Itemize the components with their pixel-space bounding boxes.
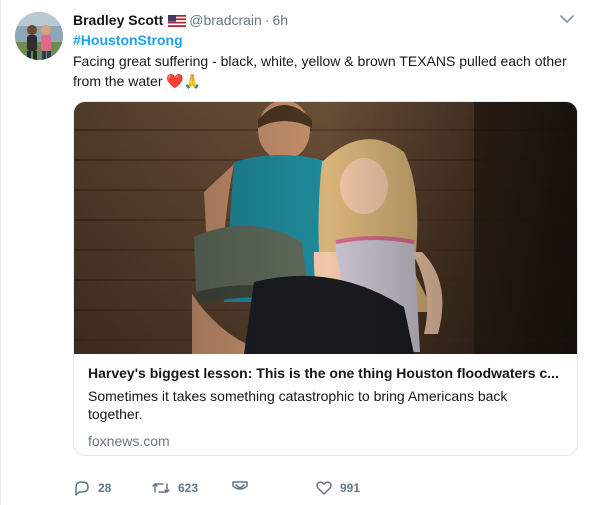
us-flag-icon (168, 14, 187, 27)
card-domain: foxnews.com (88, 433, 170, 449)
retweet-count: 623 (178, 481, 199, 495)
card-image[interactable] (74, 102, 577, 354)
reply-icon[interactable] (73, 479, 91, 497)
author-handle[interactable]: @bradcrain (189, 12, 262, 28)
like-count: 991 (340, 481, 361, 495)
card-title[interactable]: Harvey's biggest lesson: This is the one… (88, 364, 563, 382)
hashtag-link[interactable]: #HoustonStrong (73, 31, 183, 49)
tweet-header: Bradley Scott @bradcrain · 6h (73, 11, 288, 29)
reply-count: 28 (98, 481, 112, 495)
retweet-action[interactable]: 623 (151, 479, 231, 497)
author-name[interactable]: Bradley Scott (73, 12, 163, 28)
chevron-down-icon[interactable] (559, 12, 575, 26)
tweet[interactable]: Bradley Scott @bradcrain · 6h #HoustonSt… (0, 0, 589, 505)
separator: · (264, 12, 270, 28)
like-action[interactable]: 991 (315, 479, 395, 497)
reply-action[interactable]: 28 (73, 479, 151, 497)
card-description: Sometimes it takes something catastrophi… (88, 388, 508, 422)
tweet-actions: 28 623 991 (73, 478, 395, 498)
heart-icon[interactable] (315, 479, 333, 497)
card-body: Harvey's biggest lesson: This is the one… (88, 364, 563, 450)
tweet-text: Facing great suffering - black, white, y… (73, 53, 567, 89)
timestamp[interactable]: 6h (273, 12, 289, 28)
direct-message-icon[interactable] (231, 479, 249, 497)
avatar[interactable] (15, 12, 63, 60)
link-card[interactable]: Harvey's biggest lesson: This is the one… (73, 101, 578, 456)
retweet-icon[interactable] (151, 479, 171, 497)
dm-action[interactable] (231, 479, 315, 497)
